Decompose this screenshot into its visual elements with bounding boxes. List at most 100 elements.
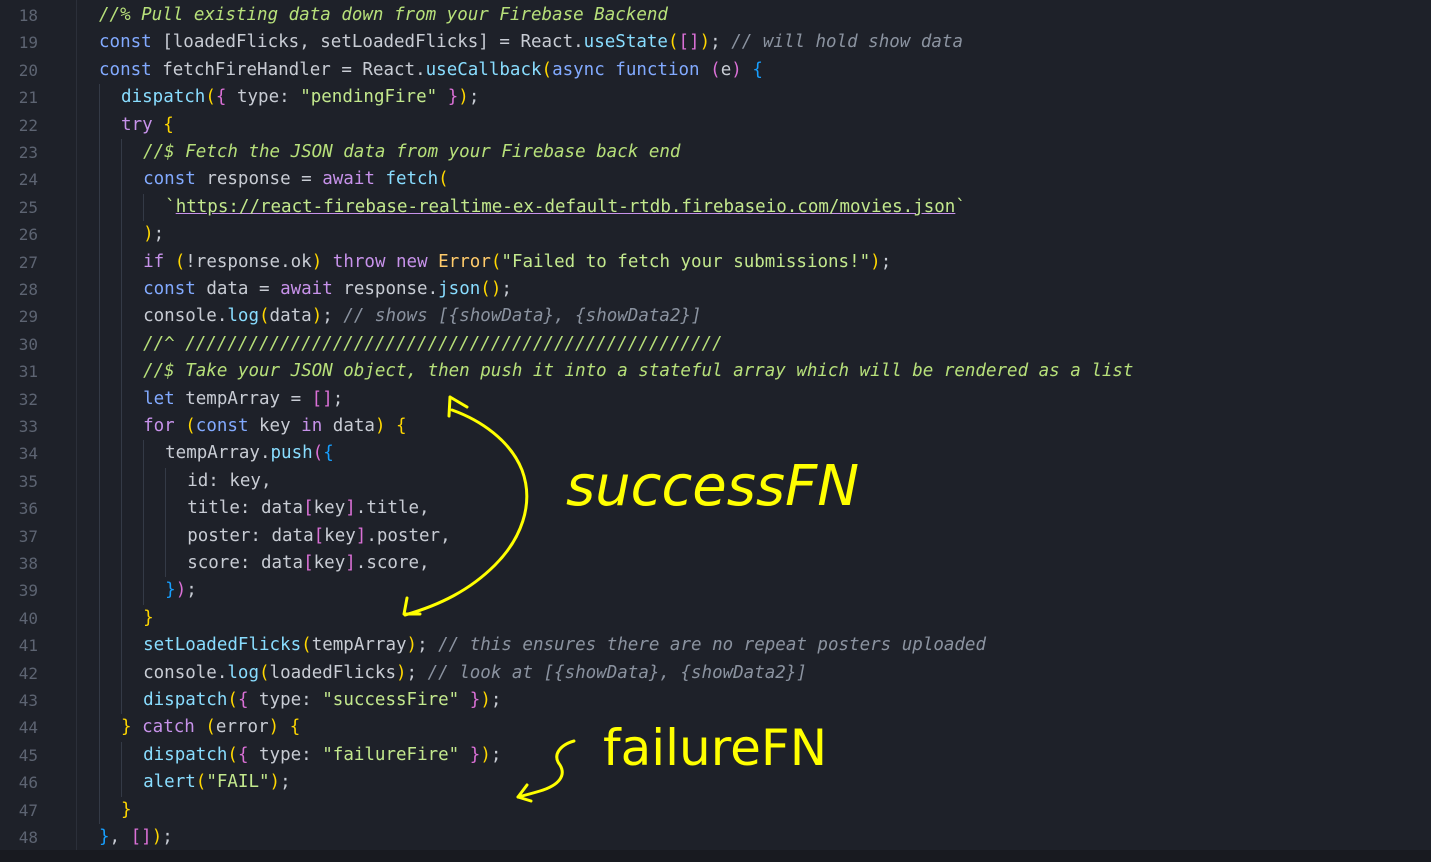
- code-token: await: [280, 279, 333, 299]
- code-token: //^ ////////////////////////////////////…: [143, 333, 723, 354]
- line-number: 33: [18, 417, 38, 436]
- code-token: throw new: [332, 251, 428, 272]
- indent-guide: [121, 303, 123, 331]
- line-number: 38: [18, 554, 38, 573]
- code-token: (: [205, 717, 216, 738]
- code-token: let: [143, 388, 175, 409]
- code-token: dispatch: [143, 744, 228, 765]
- code-token: (: [227, 744, 238, 765]
- code-line[interactable]: dispatch({ type: "pendingFire" });: [121, 84, 479, 111]
- code-token: (: [490, 251, 502, 272]
- status-bar: [0, 850, 1431, 862]
- code-line[interactable]: tempArray.push({: [165, 440, 334, 467]
- indent-guide: [121, 413, 123, 441]
- code-token: `: [955, 196, 966, 217]
- code-token: (: [195, 772, 207, 793]
- code-line[interactable]: //$ Fetch the JSON data from your Fireba…: [143, 139, 680, 166]
- code-token: await: [322, 169, 375, 190]
- code-token: type:: [226, 87, 301, 108]
- code-line[interactable]: }: [121, 797, 132, 824]
- code-line[interactable]: );: [143, 221, 164, 248]
- code-token: ;: [501, 279, 512, 299]
- code-line[interactable]: } catch (error) {: [121, 714, 300, 741]
- code-token: (: [259, 306, 270, 327]
- code-line[interactable]: const response = await fetch(: [143, 166, 449, 193]
- code-line[interactable]: }, []);: [99, 824, 173, 851]
- line-number: 46: [18, 773, 38, 793]
- code-token: const: [143, 279, 196, 299]
- code-token: id: [187, 470, 209, 491]
- code-line[interactable]: try {: [121, 112, 174, 139]
- code-editor[interactable]: 18 19 20 21 22 23 24 25 26 27 28 29 30 31 32 33 34 35 36 37…: [0, 0, 1431, 850]
- indent-guide: [121, 358, 123, 386]
- code-line[interactable]: dispatch({ type: "failureFire" });: [143, 742, 501, 769]
- code-token: }: [121, 717, 132, 738]
- line-number: 29: [18, 307, 38, 327]
- code-token: ;: [490, 690, 502, 710]
- code-token: ): [699, 32, 711, 53]
- indent-guide: [99, 385, 100, 413]
- indent-guide: [99, 687, 100, 715]
- line-number: 23: [18, 143, 38, 162]
- code-token: ): [311, 251, 323, 272]
- code-token: (: [541, 59, 553, 80]
- code-line[interactable]: console.log(loadedFlicks); // look at [{…: [143, 660, 807, 687]
- code-line[interactable]: dispatch({ type: "successFire" });: [143, 687, 501, 714]
- code-line[interactable]: setLoadedFlicks(tempArray); // this ensu…: [143, 632, 986, 659]
- line-number: 21: [18, 88, 38, 108]
- code-token: []: [678, 32, 700, 53]
- code-token: tempArray: [311, 635, 407, 656]
- code-line[interactable]: const fetchFireHandler = React.useCallba…: [99, 57, 763, 84]
- code-line[interactable]: for (const key in data) {: [143, 413, 406, 440]
- code-line[interactable]: let tempArray = [];: [143, 386, 343, 413]
- code-token: ;: [322, 306, 344, 327]
- code-token: error: [215, 717, 269, 738]
- indent-guide: [99, 632, 100, 660]
- code-line[interactable]: }: [143, 605, 154, 632]
- code-line[interactable]: `https://react-firebase-realtime-ex-defa…: [165, 194, 966, 221]
- indent-guide: [99, 111, 100, 139]
- code-line[interactable]: //% Pull existing data down from your Fi…: [99, 2, 668, 29]
- code-line[interactable]: //^ ////////////////////////////////////…: [143, 331, 722, 358]
- code-token: }: [165, 580, 176, 601]
- code-token: data =: [195, 279, 281, 299]
- code-token: (): [480, 279, 502, 299]
- code-line[interactable]: });: [165, 577, 197, 604]
- line-number: 39: [18, 581, 38, 601]
- code-line[interactable]: alert("FAIL");: [143, 769, 291, 796]
- code-token: ): [480, 690, 491, 710]
- code-line[interactable]: poster: data[key].poster,: [187, 523, 450, 550]
- code-token: (: [227, 690, 238, 710]
- line-number: 30: [18, 334, 38, 354]
- code-line[interactable]: id: key,: [187, 468, 271, 495]
- code-token: ;: [490, 744, 502, 765]
- code-token: }: [143, 607, 154, 628]
- code-line[interactable]: title: data[key].title,: [187, 495, 429, 522]
- code-token: }: [121, 799, 132, 820]
- code-line[interactable]: //$ Take your JSON object, then push it …: [143, 358, 1133, 385]
- code-token: {: [752, 59, 763, 80]
- line-number: 35: [18, 471, 38, 491]
- indent-guide: [99, 522, 100, 550]
- code-line[interactable]: score: data[key].score,: [187, 550, 429, 577]
- indent-guide: [99, 303, 100, 331]
- code-token: key: [248, 416, 302, 436]
- indent-guide: [121, 659, 123, 687]
- indent-guide: [99, 495, 100, 523]
- indent-guide: [121, 769, 123, 797]
- code-token: //$ Take your JSON object, then push it …: [143, 361, 1134, 382]
- code-token: ;: [880, 251, 892, 272]
- code-line[interactable]: if (!response.ok) throw new Error("Faile…: [143, 249, 891, 276]
- code-token: console.: [143, 662, 228, 683]
- code-line[interactable]: console.log(data); // shows [{showData},…: [143, 303, 701, 330]
- code-line[interactable]: const data = await response.json();: [143, 276, 512, 303]
- indent-guide: [165, 495, 167, 523]
- indent-guide: [99, 659, 100, 687]
- code-line[interactable]: const [loadedFlicks, setLoadedFlicks] = …: [99, 29, 963, 56]
